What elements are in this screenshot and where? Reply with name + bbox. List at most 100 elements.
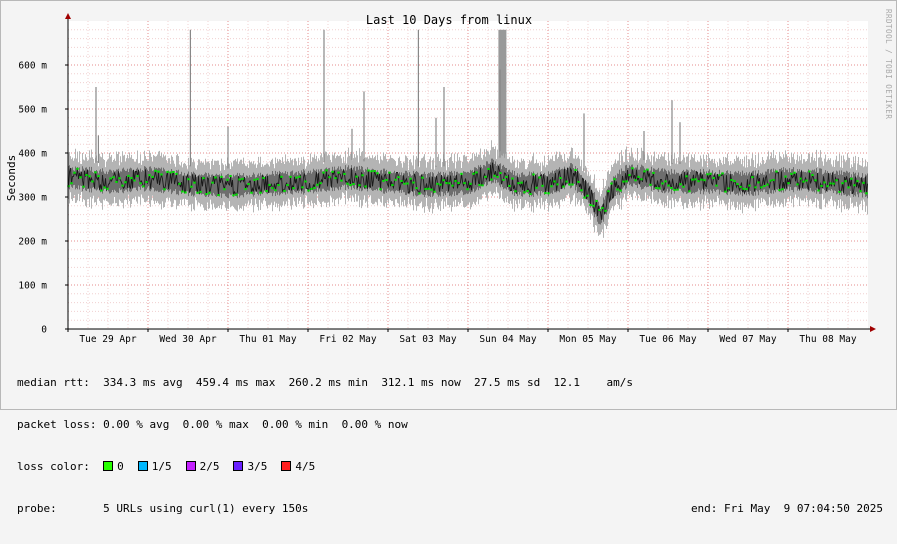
median-marker [160,173,163,176]
median-marker [211,181,214,184]
median-marker [238,178,241,181]
median-marker [349,184,352,187]
rrdtool-watermark: RRDTOOL / TOBI OETIKER [884,9,893,119]
median-marker [802,180,805,183]
median-marker [637,175,640,178]
median-marker [379,188,382,191]
median-marker [106,187,109,190]
median-marker [685,175,688,178]
median-marker [817,189,820,192]
median-marker [79,176,82,179]
median-marker [418,192,421,195]
median-marker [178,182,181,185]
median-marker [112,176,115,179]
median-marker [394,178,397,181]
median-marker [157,170,160,173]
median-marker [265,190,268,193]
median-marker [283,189,286,192]
median-marker [199,190,202,193]
latency-chart: 0 100 m 200 m 300 m 400 m 500 m 600 m Tue 29 Ap… [5,9,893,345]
median-marker [661,182,664,185]
median-marker [424,188,427,191]
median-marker [73,171,76,174]
median-marker [688,190,691,193]
median-marker [430,188,433,191]
median-marker [622,180,625,183]
x-tick-label: Mon 05 May [559,334,616,345]
median-marker [250,191,253,194]
median-marker [553,180,556,183]
median-marker [754,186,757,189]
median-marker [562,185,565,188]
median-marker [592,204,595,207]
median-marker [391,184,394,187]
median-marker [859,190,862,193]
median-marker [628,174,631,177]
median-marker [142,185,145,188]
median-marker [388,171,391,174]
median-marker [373,170,376,173]
median-marker [400,179,403,182]
median-marker [808,170,811,173]
median-marker [421,176,424,179]
median-marker [673,188,676,191]
median-marker [136,175,139,178]
median-marker [466,188,469,191]
median-marker [751,176,754,179]
median-marker [484,175,487,178]
median-marker [697,180,700,183]
loss-color-item: 0 [103,460,124,473]
median-marker [223,188,226,191]
median-marker [121,184,124,187]
median-marker [745,188,748,191]
median-marker [739,185,742,188]
median-marker [256,178,259,181]
loss-color-item-label: 2/5 [199,460,220,473]
median-marker [835,179,838,182]
y-tick-label: 600 m [18,61,47,72]
median-marker [607,190,610,193]
median-marker [796,183,799,186]
median-marker [190,185,193,188]
median-marker [574,169,577,172]
median-marker [526,189,529,192]
median-marker [748,184,751,187]
median-marker [580,189,583,192]
x-tick-label: Sat 03 May [399,334,456,345]
median-marker [829,182,832,185]
median-marker [460,172,463,175]
median-marker [670,186,673,189]
loss-color-item: 3/5 [233,460,267,473]
median-marker [676,188,679,191]
median-marker [433,190,436,193]
median-marker [376,172,379,175]
x-tick-label: Wed 30 Apr [159,334,216,345]
median-marker [472,172,475,175]
median-marker [358,184,361,187]
median-marker [826,185,829,188]
median-marker [220,175,223,178]
median-marker [148,174,151,177]
packet-loss-min: 0.00 % min [262,418,329,431]
probe-row: probe: 5 URLs using curl(1) every 150s en… [17,502,883,516]
median-marker [82,185,85,188]
median-rtt-row: median rtt: 334.3 ms avg 459.4 ms max 26… [17,376,883,390]
median-marker [499,172,502,175]
median-marker [232,194,235,197]
median-marker [505,175,508,178]
median-marker [481,184,484,187]
median-marker [241,177,244,180]
y-axis-label: Seconds [5,155,18,201]
median-marker [508,184,511,187]
median-marker [763,185,766,188]
probe-label: probe: [17,502,57,515]
median-marker [271,187,274,190]
loss-color-swatch [103,461,114,471]
loss-color-swatch [233,461,244,471]
median-marker [520,181,523,184]
median-marker [172,170,175,173]
median-marker [85,174,88,177]
x-tick-label: Thu 01 May [239,334,296,345]
median-marker [625,180,628,183]
median-marker [769,179,772,182]
